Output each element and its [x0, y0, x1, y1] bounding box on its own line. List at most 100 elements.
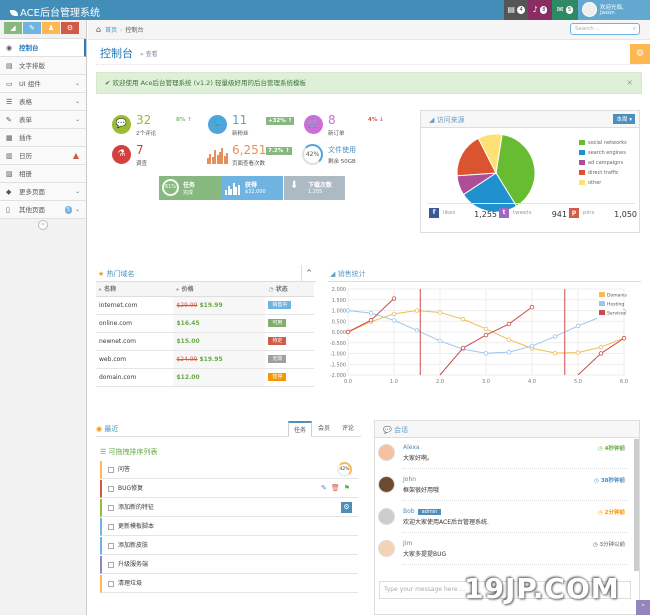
flag-icon[interactable]: ⚑: [344, 484, 350, 492]
task-item[interactable]: 添加新皮肤: [100, 537, 358, 555]
chevron-down-icon: ⌄: [74, 98, 80, 105]
old-price: $24.99: [176, 355, 198, 363]
signal-shortcut-icon[interactable]: ◢: [4, 22, 22, 34]
traffic-range-dropdown[interactable]: 本周 ▾: [613, 114, 635, 124]
sidebar-item-3[interactable]: ☰ 表格 ⌄: [0, 93, 86, 111]
task-item[interactable]: 问答 42%: [100, 461, 358, 479]
task-checkbox[interactable]: [108, 504, 114, 511]
cogs-shortcut-icon[interactable]: ⚙: [61, 22, 79, 34]
tab-tasks[interactable]: 任务: [288, 421, 312, 437]
sidebar-item-5[interactable]: ▦ 插件: [0, 129, 86, 147]
chat-name[interactable]: Jim: [403, 540, 412, 547]
domain-name: internet.com: [96, 296, 174, 315]
infobox-label: 文件使用: [328, 146, 356, 154]
tab-members[interactable]: 会员: [312, 421, 336, 437]
task-checkbox[interactable]: [108, 580, 114, 587]
task-checkbox[interactable]: [108, 466, 114, 473]
user-avatar: [582, 2, 597, 17]
current-price: $16.45: [176, 319, 200, 327]
bars-icon: [207, 148, 229, 164]
data-point: [437, 310, 443, 315]
legend-swatch: [579, 140, 585, 145]
data-point: [414, 328, 420, 333]
stat-tile[interactable]: 获得 $32,000: [221, 176, 283, 200]
breadcrumb-current: 控制台: [125, 27, 144, 34]
sidebar-item-7[interactable]: ▨ 相册: [0, 165, 86, 183]
sidebar-item-4[interactable]: ✎ 表单 ⌄: [0, 111, 86, 129]
tasks-button[interactable]: ▤ 4: [504, 0, 528, 20]
chat-placeholder: Type your message here ...: [384, 586, 466, 593]
gear-icon[interactable]: ⚙: [341, 502, 352, 513]
user-menu[interactable]: 欢迎光临, Jason: [578, 0, 650, 20]
domain-status: 可用: [265, 314, 314, 333]
data-point: [391, 318, 397, 323]
collapse-icon[interactable]: ^: [301, 265, 316, 281]
clock-icon: ◷: [597, 510, 605, 516]
avatar: [378, 444, 395, 461]
sidebar-item-label: 其他页面: [19, 206, 45, 214]
x-tick-label: 6.0: [620, 379, 628, 385]
infobox-stat-value: 4%: [368, 117, 378, 123]
chat-name[interactable]: Bob admin: [403, 508, 442, 515]
home-icon[interactable]: ⌂: [96, 25, 101, 34]
chat-name-text: John: [403, 476, 417, 483]
breadcrumb-home[interactable]: 首页: [105, 27, 117, 34]
data-point: [621, 336, 627, 341]
chat-name[interactable]: Alexa: [403, 444, 420, 451]
task-checkbox[interactable]: [108, 542, 114, 549]
sidebar-item-1[interactable]: ▤ 文字排版: [0, 57, 86, 75]
pencil-icon[interactable]: ✎: [321, 484, 327, 492]
notifications-button[interactable]: ♪ 8: [528, 0, 552, 20]
stat-tile[interactable]: ⬇ 下载次数 1,205: [284, 176, 345, 200]
scroll-up-icon[interactable]: ⌃: [636, 600, 650, 615]
search-input[interactable]: Search ... ⌕: [570, 23, 640, 35]
task-item[interactable]: 清理垃圾: [100, 575, 358, 593]
settings-gear-icon[interactable]: ⚙: [630, 44, 650, 64]
chat-name[interactable]: John: [403, 476, 416, 483]
task-item[interactable]: 添加新的特征 ⚙: [100, 499, 358, 517]
traffic-title: ◢ 访问来源: [429, 115, 465, 125]
data-point: [460, 345, 466, 351]
domain-status: 无效: [265, 350, 314, 369]
sidebar: ◢ ✎ ♟ ⚙ ◉ 控制台 ▤ 文字排版 ▭ UI 组件 ⌄ ☰ 表格 ⌄ ✎ 表单 ⌄ ▦ 插件 ▥ 日历 ▲ ▨ 相册 ◆…: [0, 20, 87, 615]
tab-comments[interactable]: 评论: [336, 421, 360, 437]
bars-icon: [225, 181, 241, 195]
messages-button[interactable]: ✉ 5: [552, 0, 578, 20]
sidebar-item-6[interactable]: ▥ 日历 ▲: [0, 147, 86, 165]
legend-item: ad campaigns: [579, 160, 627, 170]
data-point: [575, 350, 581, 355]
task-checkbox[interactable]: [108, 523, 114, 530]
sidebar-item-2[interactable]: ▭ UI 组件 ⌄: [0, 75, 86, 93]
chat-scrollbar[interactable]: [634, 439, 639, 571]
data-point: [575, 323, 581, 329]
domain-price: $16.45: [173, 314, 266, 333]
task-item[interactable]: 升级服务端: [100, 556, 358, 574]
task-item[interactable]: 更新模板脚本: [100, 518, 358, 536]
sidebar-item-8[interactable]: ◆ 更多页面 ⌄: [0, 183, 86, 201]
stat-tile[interactable]: 61% 任务 完成: [159, 176, 221, 200]
task-item[interactable]: BUG修复 ✎ 🗑 ⚑: [100, 480, 358, 498]
signal-icon: ◢: [429, 116, 435, 124]
column-header[interactable]: ◔ 状态: [265, 282, 314, 297]
infobox: 💬 32 2个评论 8% ↑: [108, 112, 202, 141]
sidebar-item-9[interactable]: ▯ 其他页面 ⌄ 5: [0, 201, 86, 219]
sidebar-collapse-icon[interactable]: «: [38, 220, 48, 230]
domain-name-text: domain.com: [99, 373, 137, 381]
brand[interactable]: ACE后台管理系统: [10, 4, 100, 19]
data-point: [437, 338, 443, 344]
trash-icon[interactable]: 🗑: [331, 484, 340, 492]
sidebar-item-0[interactable]: ◉ 控制台: [0, 39, 86, 57]
column-header[interactable]: ▸ 名称: [96, 282, 174, 297]
task-checkbox[interactable]: [108, 561, 114, 568]
pencil-shortcut-icon[interactable]: ✎: [23, 22, 41, 34]
column-header[interactable]: ▸ 价格: [173, 282, 266, 297]
chat-time: ◷ 3分钟以前: [593, 540, 625, 548]
group-shortcut-icon[interactable]: ♟: [42, 22, 60, 34]
divider: [96, 64, 642, 65]
close-icon[interactable]: ×: [626, 73, 633, 93]
spark-bar: [226, 153, 229, 164]
task-checkbox[interactable]: [108, 485, 114, 492]
domains-header: ★ 热门域名 ^: [96, 265, 316, 282]
alert-version: (v1.2): [193, 79, 213, 87]
y-tick-label: -1.500: [330, 362, 346, 368]
